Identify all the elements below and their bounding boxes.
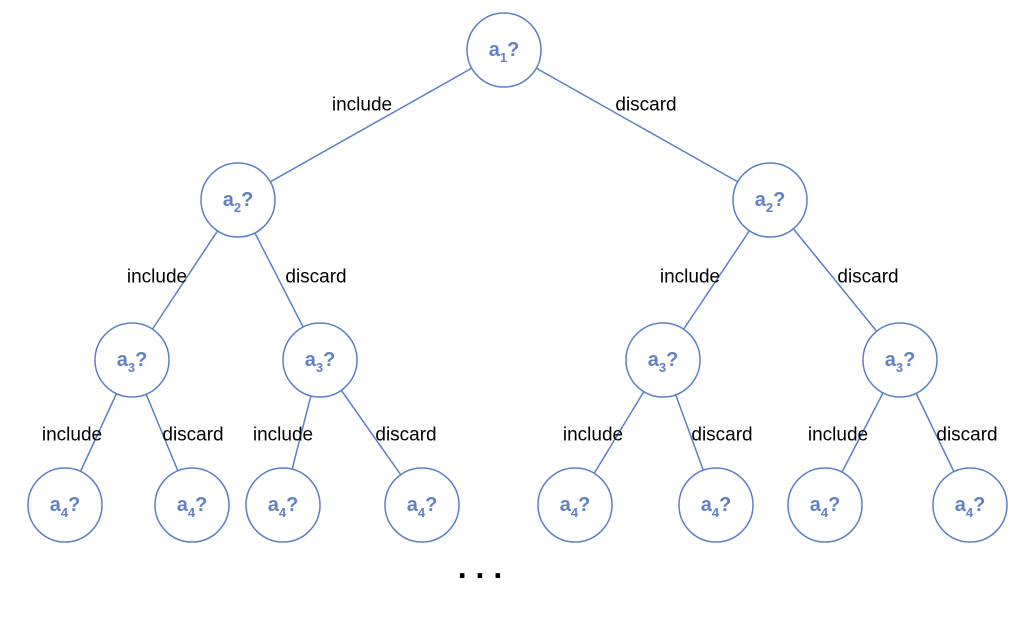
node-a4-5: a4?	[679, 468, 753, 542]
node-a2-right-q: ?	[773, 189, 785, 211]
node-a4-6-q: ?	[828, 494, 840, 516]
node-a3-rr-sub: 3	[896, 360, 903, 375]
node-a1-q: ?	[507, 39, 519, 61]
node-a3-lr-q: ?	[323, 349, 335, 371]
node-a3-rr: a3?	[863, 323, 937, 397]
node-a1-sub: 1	[500, 50, 507, 65]
node-a4-0: a4?	[28, 468, 102, 542]
edge-label-r-include: include	[660, 267, 720, 288]
node-a2-right-sub: 2	[766, 200, 773, 215]
node-a3-ll-q: ?	[135, 349, 147, 371]
node-a2-left: a2?	[201, 163, 275, 237]
node-a4-1-q: ?	[195, 494, 207, 516]
node-a4-3-q: ?	[425, 494, 437, 516]
node-a3-ll-sub: 3	[128, 360, 135, 375]
node-a4-4: a4?	[538, 468, 612, 542]
edge-label-lr-discard: discard	[375, 425, 436, 446]
edge-label-rr-discard: discard	[936, 425, 997, 446]
node-a4-7-q: ?	[973, 494, 985, 516]
edge-label-lr-include: include	[253, 425, 313, 446]
node-a4-3: a4?	[385, 468, 459, 542]
node-a4-4-q: ?	[578, 494, 590, 516]
node-a2-left-q: ?	[241, 189, 253, 211]
edge-label-rl-discard: discard	[691, 425, 752, 446]
edge-label-ll-discard: discard	[162, 425, 223, 446]
decision-tree-diagram: include discard include discard include …	[0, 0, 1033, 620]
edge-label-rl-include: include	[563, 425, 623, 446]
node-a4-6: a4?	[788, 468, 862, 542]
edge-label-r-discard: discard	[837, 267, 898, 288]
node-a3-lr-sub: 3	[316, 360, 323, 375]
node-a3-rr-q: ?	[903, 349, 915, 371]
node-a3-lr: a3?	[283, 323, 357, 397]
node-a3-rl-q: ?	[666, 349, 678, 371]
edge-label-root-discard: discard	[615, 95, 676, 116]
node-a3-rl: a3?	[626, 323, 700, 397]
ellipsis: . . .	[458, 549, 502, 585]
edge-label-l-include: include	[127, 267, 187, 288]
node-a1: a1?	[467, 13, 541, 87]
edge-label-rr-include: include	[808, 425, 868, 446]
edge-label-l-discard: discard	[285, 267, 346, 288]
node-a4-5-q: ?	[719, 494, 731, 516]
edge-root-left	[238, 50, 504, 200]
edge-label-root-include: include	[332, 95, 392, 116]
node-a4-2-q: ?	[286, 494, 298, 516]
node-a2-right: a2?	[733, 163, 807, 237]
node-a4-7: a4?	[933, 468, 1007, 542]
node-a2-left-sub: 2	[234, 200, 241, 215]
node-a3-rl-sub: 3	[659, 360, 666, 375]
edge-root-right	[504, 50, 770, 200]
node-a4-1: a4?	[155, 468, 229, 542]
node-a4-0-q: ?	[68, 494, 80, 516]
node-a3-ll: a3?	[95, 323, 169, 397]
node-a4-2: a4?	[246, 468, 320, 542]
edge-label-ll-include: include	[42, 425, 102, 446]
